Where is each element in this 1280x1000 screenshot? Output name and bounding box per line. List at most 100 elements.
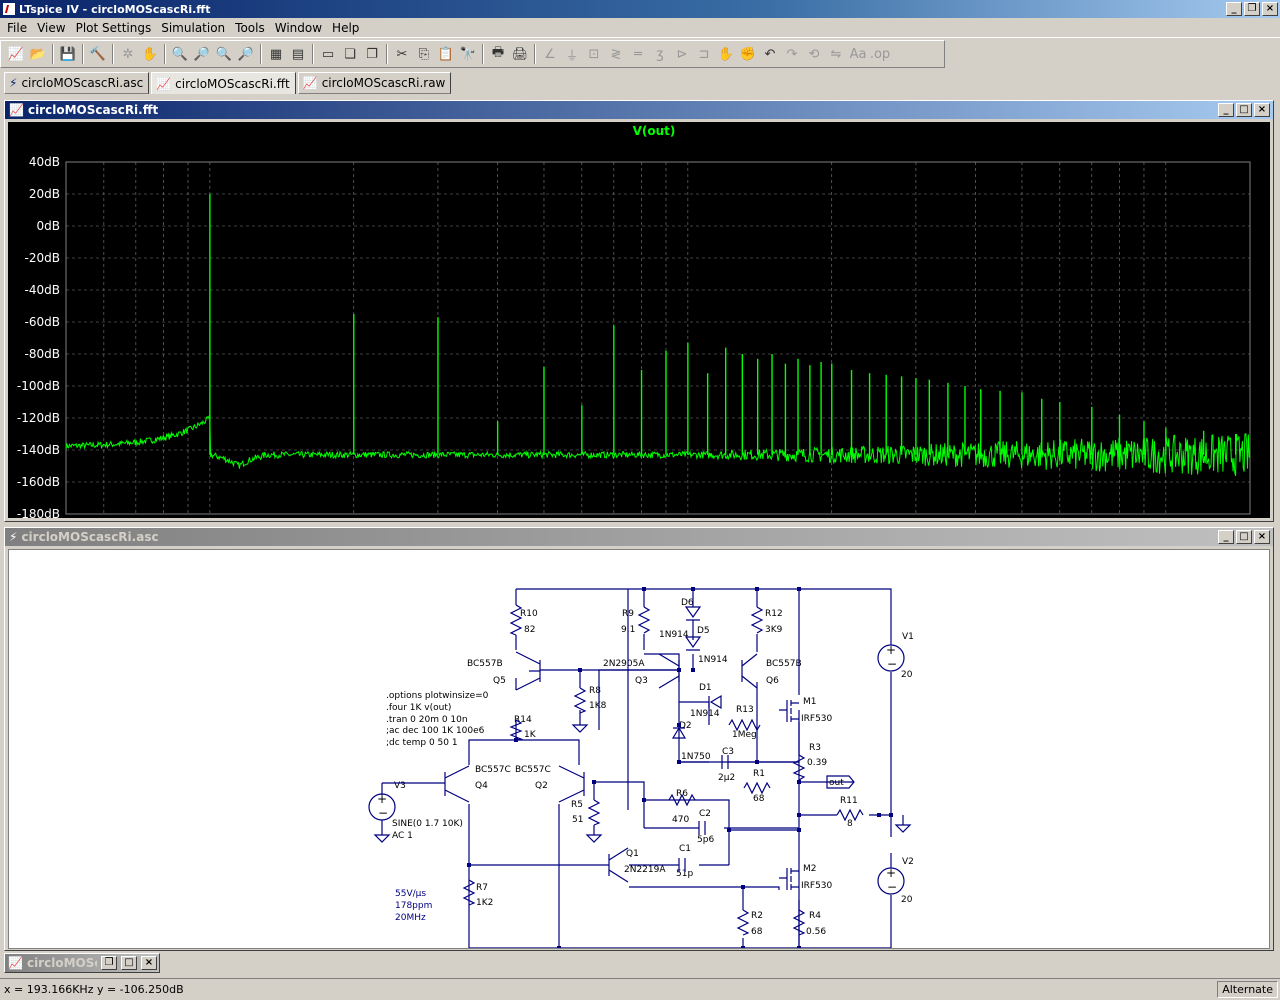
- tab-raw[interactable]: 📈 circloMOScascRi.raw: [297, 72, 452, 94]
- app-titlebar: LTspice IV - circloMOScascRi.fft _ ❐ ×: [0, 0, 1280, 18]
- plot-pane[interactable]: V(out) 40dB 20dB 0dB -20dB -40dB -60dB -80dB -1…: [8, 122, 1270, 537]
- maximize-button[interactable]: □: [121, 956, 137, 970]
- spice-directive[interactable]: .options plotwinsize=0: [386, 691, 489, 701]
- restore-button[interactable]: ❐: [1244, 2, 1260, 16]
- new-schematic-icon[interactable]: 📈: [5, 43, 27, 65]
- minimize-button[interactable]: _: [1226, 2, 1242, 16]
- comment-text[interactable]: 20MHz: [395, 913, 426, 923]
- comment-text[interactable]: 178ppm: [395, 901, 432, 911]
- spice-directive-icon[interactable]: .op: [869, 43, 891, 65]
- label: 51: [572, 815, 583, 825]
- close-button[interactable]: ×: [1262, 2, 1278, 16]
- resistor-icon[interactable]: ≷: [605, 43, 627, 65]
- label: AC 1: [392, 831, 413, 841]
- label: 82: [524, 625, 535, 635]
- redo-icon[interactable]: ↷: [781, 43, 803, 65]
- out-label[interactable]: out: [829, 778, 844, 788]
- label: IRF530: [801, 881, 833, 891]
- run-icon[interactable]: ✲: [117, 43, 139, 65]
- fft-chart[interactable]: V(out) 40dB 20dB 0dB -20dB -40dB -60dB -80dB -1…: [8, 122, 1270, 537]
- grid-icon[interactable]: ▤: [287, 43, 309, 65]
- minimized-window[interactable]: 📈 circloMOSca... ❐ □ ×: [4, 953, 160, 973]
- chart-title[interactable]: V(out): [633, 124, 676, 138]
- comment-text[interactable]: 55V/µs: [395, 889, 426, 899]
- label: 0.56: [806, 927, 826, 937]
- menu-simulation[interactable]: Simulation: [156, 21, 230, 35]
- cascade-icon[interactable]: ❏: [339, 43, 361, 65]
- close-button[interactable]: ×: [141, 956, 157, 970]
- zoom-in-icon[interactable]: 🔍: [169, 43, 191, 65]
- minimize-button[interactable]: _: [1218, 530, 1234, 544]
- y-tick-label: -140dB: [17, 443, 60, 457]
- menu-plot-settings[interactable]: Plot Settings: [71, 21, 157, 35]
- menu-help[interactable]: Help: [327, 21, 364, 35]
- zoom-area-icon[interactable]: 🔎: [191, 43, 213, 65]
- schematic-canvas[interactable]: R10 82 R9 9.1 D6 D5 1N914 1N914 R12 3K9 …: [8, 549, 1271, 950]
- label: R2: [751, 911, 763, 921]
- diode-icon[interactable]: ⊳: [671, 43, 693, 65]
- control-panel-icon[interactable]: 🔨: [87, 43, 109, 65]
- pan-icon[interactable]: ✋: [139, 43, 161, 65]
- text-icon[interactable]: Aa: [847, 43, 869, 65]
- restore-button[interactable]: ❐: [101, 956, 117, 970]
- undo-icon[interactable]: ↶: [759, 43, 781, 65]
- wire-icon[interactable]: ∠: [539, 43, 561, 65]
- svg-text:−: −: [887, 657, 897, 671]
- paste-icon[interactable]: 📋: [435, 43, 457, 65]
- drag-icon[interactable]: ✊: [737, 43, 759, 65]
- rotate-icon[interactable]: ⟲: [803, 43, 825, 65]
- menu-file[interactable]: File: [2, 21, 32, 35]
- tab-fft[interactable]: 📈 circloMOScascRi.fft: [151, 72, 296, 94]
- menu-tools[interactable]: Tools: [230, 21, 270, 35]
- tile-horizontal-icon[interactable]: ▭: [317, 43, 339, 65]
- tile-vertical-icon[interactable]: ❐: [361, 43, 383, 65]
- copy-icon[interactable]: ⎘: [413, 43, 435, 65]
- spice-directive[interactable]: ;ac dec 100 1K 100e6: [386, 726, 485, 736]
- circuit-diagram[interactable]: R10 82 R9 9.1 D6 D5 1N914 1N914 R12 3K9 …: [9, 550, 1271, 950]
- find-icon[interactable]: 🔭: [457, 43, 479, 65]
- spice-directive[interactable]: .four 1K v(out): [386, 703, 451, 713]
- label: Q3: [635, 676, 648, 686]
- close-button[interactable]: ×: [1254, 530, 1270, 544]
- zoom-out-icon[interactable]: 🔍: [213, 43, 235, 65]
- menu-window[interactable]: Window: [270, 21, 327, 35]
- tab-schematic[interactable]: ⚡ circloMOScascRi.asc: [4, 72, 150, 94]
- schematic-icon: ⚡: [9, 76, 18, 90]
- label: 20: [901, 670, 913, 680]
- label: 2µ2: [718, 773, 735, 783]
- label: R12: [765, 609, 783, 619]
- fft-window-title: circloMOScascRi.fft: [27, 103, 159, 117]
- move-icon[interactable]: ✋: [715, 43, 737, 65]
- component-icon[interactable]: ⊐: [693, 43, 715, 65]
- label: 5p6: [697, 835, 714, 845]
- save-icon[interactable]: 💾: [57, 43, 79, 65]
- mirror-icon[interactable]: ⇋: [825, 43, 847, 65]
- ltspice-app-icon: [2, 2, 16, 16]
- label: D5: [697, 626, 710, 636]
- print-preview-icon[interactable]: 🖶: [487, 43, 509, 65]
- spice-directive[interactable]: .tran 0 20m 0 10n: [386, 715, 468, 725]
- inductor-icon[interactable]: ʒ: [649, 43, 671, 65]
- open-icon[interactable]: 📂: [27, 43, 49, 65]
- y-tick-label: 0dB: [37, 219, 60, 233]
- label: 2N2905A: [603, 659, 645, 669]
- zoom-fit-icon[interactable]: 🔎: [235, 43, 257, 65]
- close-button[interactable]: ×: [1254, 103, 1270, 117]
- main-toolbar: 📈 📂 💾 🔨 ✲ ✋ 🔍 🔎 🔍 🔎 ▦ ▤ ▭ ❏ ❐ ✂ ⎘ 📋 🔭 🖶 …: [0, 40, 945, 68]
- maximize-button[interactable]: □: [1236, 103, 1252, 117]
- maximize-button[interactable]: □: [1236, 530, 1252, 544]
- menu-view[interactable]: View: [32, 21, 70, 35]
- ground-icon[interactable]: ⏚: [561, 43, 583, 65]
- cut-icon[interactable]: ✂: [391, 43, 413, 65]
- label: BC557C: [475, 765, 511, 775]
- label-net-icon[interactable]: ⊡: [583, 43, 605, 65]
- wires: [381, 588, 892, 949]
- capacitor-icon[interactable]: ═: [627, 43, 649, 65]
- svg-text:−: −: [887, 880, 897, 894]
- y-tick-label: -100dB: [17, 379, 60, 393]
- autorange-icon[interactable]: ▦: [265, 43, 287, 65]
- spice-directive[interactable]: ;dc temp 0 50 1: [386, 738, 458, 748]
- print-icon[interactable]: 🖨: [509, 43, 531, 65]
- label: Q1: [626, 849, 639, 859]
- minimize-button[interactable]: _: [1218, 103, 1234, 117]
